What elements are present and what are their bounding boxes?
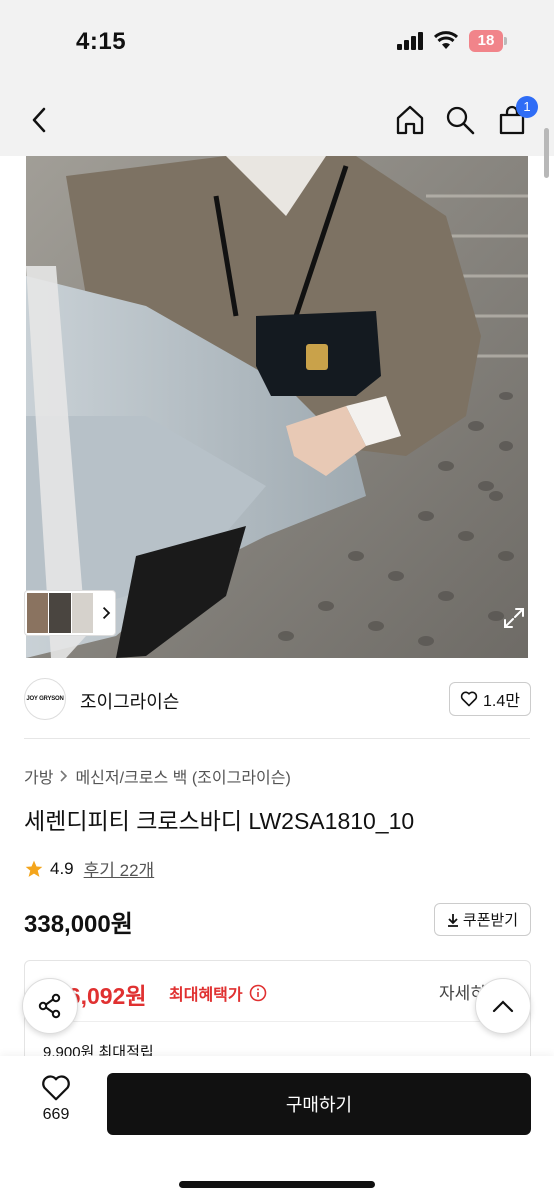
product-photo [26,156,528,658]
coupon-button[interactable]: 쿠폰받기 [434,903,531,936]
reviews-link[interactable]: 후기 22개 [84,856,155,881]
info-icon[interactable] [249,984,267,1002]
bottom-purchase-bar: 669 구매하기 [0,1056,554,1200]
chevron-right-icon[interactable] [100,603,113,623]
heart-icon [460,691,478,707]
wifi-icon [433,31,459,49]
home-icon [396,105,424,135]
max-benefit-text: 최대혜택가 [169,987,243,1004]
max-benefit-label: 최대혜택가 [169,981,267,1005]
status-time: 4:15 [76,28,127,55]
scroll-indicator[interactable] [544,128,549,178]
expand-icon [504,608,524,628]
status-bar: 4:15 18 [0,0,554,84]
battery-level: 18 [477,32,495,49]
breadcrumb: 가방 메신저/크로스 백 (조이그라이슨) [24,764,291,788]
thumbnail-image[interactable] [49,593,71,633]
cart-button[interactable]: 1 [492,96,538,140]
chevron-right-icon [60,770,68,782]
wishlist-button[interactable]: 669 [24,1074,88,1134]
top-nav: 1 [0,84,554,156]
product-title: 세렌디피티 크로스바디 LW2SA1810_10 [24,808,415,834]
heart-icon [42,1075,70,1101]
share-icon [38,993,61,1019]
divider [24,738,530,739]
battery-icon: 18 [469,30,507,52]
coupon-label: 쿠폰받기 [462,912,519,929]
rating-row: 4.9 후기 22개 [24,856,154,881]
scroll-top-button[interactable] [475,978,531,1034]
buy-button[interactable]: 구매하기 [107,1073,531,1135]
search-icon [446,106,475,135]
thumbnail-image[interactable] [71,593,94,633]
breadcrumb-category[interactable]: 가방 [24,764,53,788]
cart-badge: 1 [516,96,538,118]
divider [43,1021,513,1022]
back-button[interactable] [20,100,60,140]
star-icon [25,860,43,877]
brand-like-button[interactable]: 1.4만 [449,682,531,716]
breadcrumb-subcategory[interactable]: 메신저/크로스 백 (조이그라이슨) [75,764,290,788]
back-icon [32,107,46,133]
brand-like-count: 1.4만 [483,693,520,710]
signal-icon [397,32,425,50]
search-button[interactable] [440,100,480,140]
share-button[interactable] [22,978,78,1034]
download-icon [447,913,458,927]
brand-row[interactable]: JOY GRYSON 조이그라이슨 1.4만 [0,668,554,732]
expand-image-button[interactable] [498,602,530,634]
wishlist-count: 669 [42,1106,70,1123]
chevron-up-icon [492,1000,514,1013]
brand-name[interactable]: 조이그라이슨 [80,688,179,714]
thumbnail-image[interactable] [27,593,49,633]
image-thumbnail-strip[interactable] [24,590,116,636]
home-button[interactable] [390,100,430,140]
brand-logo[interactable]: JOY GRYSON [24,678,66,720]
product-price: 338,000원 [24,911,133,938]
home-indicator [179,1181,375,1188]
product-image[interactable] [26,156,528,658]
rating-value: 4.9 [50,858,74,878]
